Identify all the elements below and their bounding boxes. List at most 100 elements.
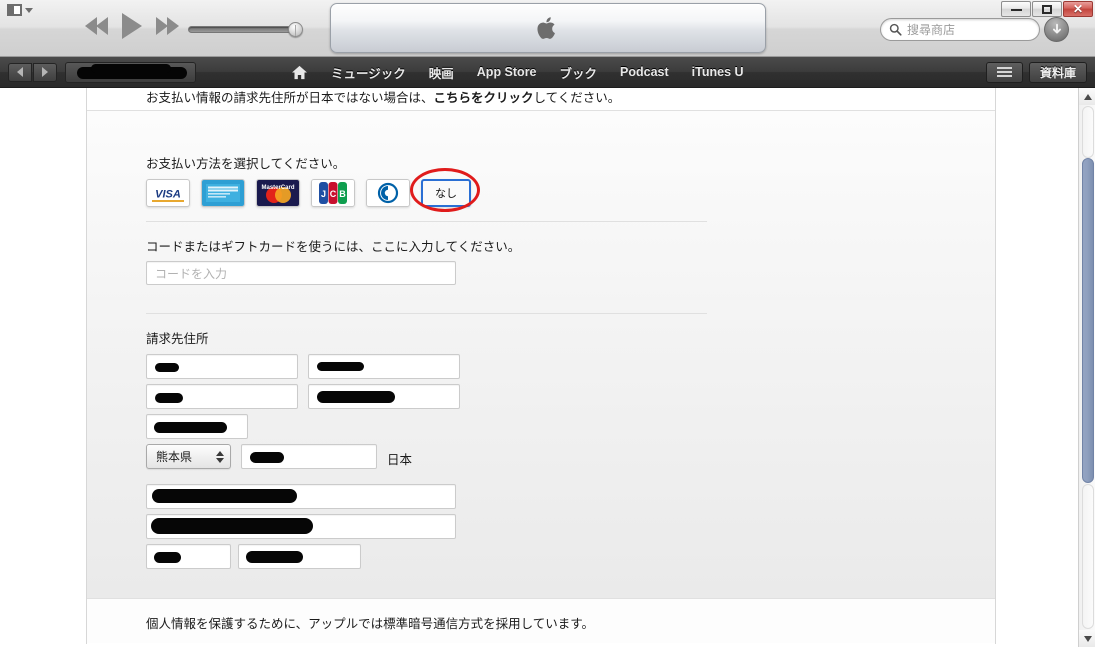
caret-up-icon xyxy=(1083,93,1092,100)
rewind-button[interactable] xyxy=(85,17,108,35)
billing-country-note: お支払い情報の請求先住所が日本ではない場合は、こちらをクリックしてください。 xyxy=(146,88,620,106)
search-icon xyxy=(889,23,902,36)
payment-option-none[interactable]: なし xyxy=(421,179,471,207)
redacted-value xyxy=(250,452,284,463)
billing-address-title: 請求先住所 xyxy=(146,332,209,346)
divider-payment xyxy=(146,221,707,222)
diners-club-icon xyxy=(367,180,409,206)
fast-forward-button[interactable] xyxy=(156,17,179,35)
chevron-left-icon xyxy=(17,67,23,77)
billing-field-address-line-2[interactable] xyxy=(146,514,456,539)
chevron-down-icon xyxy=(25,7,33,13)
payment-option-diners-club[interactable] xyxy=(366,179,410,207)
svg-text:J: J xyxy=(321,189,326,199)
top-note-suffix: してください。 xyxy=(533,91,621,105)
gift-code-label: コードまたはギフトカードを使うには、ここに入力してください。 xyxy=(146,240,521,254)
nav-item-home[interactable] xyxy=(291,65,308,80)
billing-field-last-name[interactable] xyxy=(146,354,298,379)
country-label: 日本 xyxy=(387,453,413,467)
play-icon xyxy=(122,13,142,39)
library-button[interactable]: 資料庫 xyxy=(1028,61,1087,83)
nav-item-podcast[interactable]: Podcast xyxy=(620,65,669,79)
nav-items: ミュージック 映画 App Store ブック Podcast iTunes U xyxy=(291,63,744,82)
top-note-area: お支払い情報の請求先住所が日本ではない場合は、こちらをクリックしてください。 xyxy=(87,88,995,110)
payment-method-title: お支払い方法を選択してください。 xyxy=(146,157,346,171)
scrollbar-track-upper[interactable] xyxy=(1082,106,1094,158)
redacted-value xyxy=(151,518,313,534)
prefecture-value: 熊本県 xyxy=(156,450,193,464)
mastercard-icon: MasterCard xyxy=(257,180,299,206)
nav-right-controls: 資料庫 xyxy=(985,61,1087,83)
nav-item-itunes-u[interactable]: iTunes U xyxy=(692,65,744,79)
navigation-bar: ミュージック 映画 App Store ブック Podcast iTunes U… xyxy=(0,57,1095,88)
breadcrumb[interactable] xyxy=(65,61,196,83)
gift-code-placeholder: コードを入力 xyxy=(155,266,228,281)
billing-field-phone-number[interactable] xyxy=(238,544,361,569)
main-toolbar: 搜尋商店 ✕ xyxy=(0,0,1095,57)
billing-field-first-name-kana[interactable] xyxy=(308,384,460,409)
list-view-button[interactable] xyxy=(985,61,1023,83)
rewind-icon-2 xyxy=(96,17,108,35)
payment-option-visa[interactable]: VISA xyxy=(146,179,190,207)
nav-item-movies[interactable]: 映画 xyxy=(429,63,454,82)
scrollbar-track-lower[interactable] xyxy=(1082,484,1094,629)
billing-field-phone-area[interactable] xyxy=(146,544,231,569)
scrollbar-thumb[interactable] xyxy=(1082,158,1094,483)
top-note-prefix: お支払い情報の請求先住所が日本ではない場合は、 xyxy=(146,91,434,105)
payment-option-american-express[interactable] xyxy=(201,179,245,207)
nav-item-music[interactable]: ミュージック xyxy=(331,63,406,82)
search-input[interactable]: 搜尋商店 xyxy=(880,18,1040,41)
minimize-button[interactable] xyxy=(1001,1,1031,17)
content-card: お支払い情報の請求先住所が日本ではない場合は、こちらをクリックしてください。 お… xyxy=(86,88,996,644)
vertical-scrollbar[interactable] xyxy=(1078,88,1095,647)
chevron-right-icon xyxy=(42,67,48,77)
redacted-value xyxy=(154,422,227,433)
redacted-value xyxy=(317,391,395,403)
redacted-value xyxy=(246,551,303,563)
play-button[interactable] xyxy=(122,13,142,39)
redacted-value xyxy=(317,362,364,371)
nav-item-books[interactable]: ブック xyxy=(560,63,598,82)
form-body: お支払い方法を選択してください。 VISA MasterCard J C B な… xyxy=(87,110,995,598)
maximize-button[interactable] xyxy=(1032,1,1062,17)
redacted-account-name xyxy=(77,63,187,79)
billing-field-last-name-kana[interactable] xyxy=(146,384,298,409)
billing-field-first-name[interactable] xyxy=(308,354,460,379)
minimize-icon xyxy=(1010,8,1022,11)
nav-history-buttons xyxy=(8,62,57,82)
window-controls: ✕ xyxy=(1001,1,1093,17)
billing-field-city[interactable] xyxy=(241,444,377,469)
redacted-value xyxy=(152,489,297,503)
svg-text:B: B xyxy=(339,189,346,199)
sidebar-panel-icon xyxy=(7,4,22,16)
close-button[interactable]: ✕ xyxy=(1063,1,1093,17)
status-display xyxy=(330,3,766,53)
download-arrow-icon xyxy=(1052,23,1061,34)
hamburger-icon xyxy=(996,65,1012,79)
billing-field-address-line-1[interactable] xyxy=(146,484,456,509)
gift-code-input[interactable]: コードを入力 xyxy=(146,261,456,285)
scroll-down-button[interactable] xyxy=(1079,630,1095,647)
privacy-note: 個人情報を保護するために、アップルでは標準暗号通信方式を採用しています。 xyxy=(146,617,595,631)
close-icon: ✕ xyxy=(1072,2,1084,16)
volume-slider[interactable] xyxy=(188,22,303,37)
top-note-link[interactable]: こちらをクリック xyxy=(434,91,534,105)
back-button[interactable] xyxy=(8,62,32,82)
payment-method-options: VISA MasterCard J C B なし xyxy=(146,168,480,212)
fast-forward-icon-2 xyxy=(167,17,179,35)
volume-knob[interactable] xyxy=(288,22,303,37)
nav-item-app-store[interactable]: App Store xyxy=(477,65,537,79)
forward-button[interactable] xyxy=(33,62,57,82)
caret-down-icon xyxy=(1083,635,1092,642)
stepper-arrows-icon xyxy=(216,450,224,463)
billing-field-postal-code[interactable] xyxy=(146,414,248,439)
sidebar-toggle-button[interactable] xyxy=(7,4,33,16)
payment-option-mastercard[interactable]: MasterCard xyxy=(256,179,300,207)
payment-option-jcb[interactable]: J C B xyxy=(311,179,355,207)
prefecture-select[interactable]: 熊本県 xyxy=(146,444,231,469)
downloads-button[interactable] xyxy=(1044,17,1069,42)
svg-text:VISA: VISA xyxy=(155,189,181,201)
divider-code xyxy=(146,313,707,314)
volume-track xyxy=(188,26,298,33)
scroll-up-button[interactable] xyxy=(1079,88,1095,105)
